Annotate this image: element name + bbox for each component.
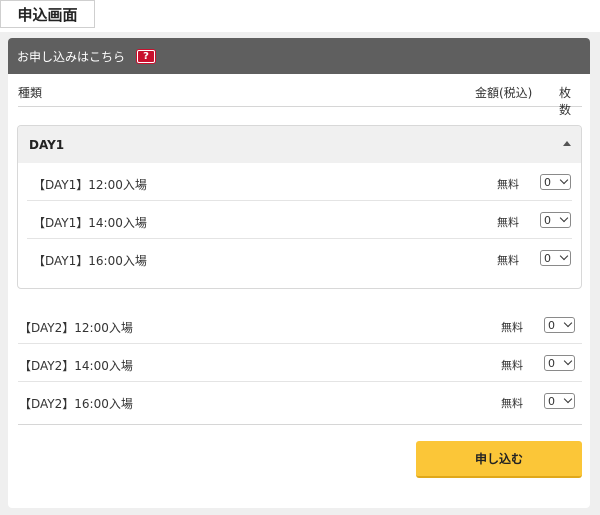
quantity-select[interactable]: 0 <box>544 355 575 371</box>
chevron-down-icon <box>563 318 573 328</box>
panel-title: お申し込みはこちら <box>17 49 126 64</box>
ticket-label: 【DAY1】14:00入場 <box>33 216 147 230</box>
divider <box>18 424 582 425</box>
ticket-row: 【DAY2】16:00入場 無料 0 <box>18 382 582 420</box>
ticket-price: 無料 <box>501 397 523 410</box>
chevron-down-icon <box>563 394 573 404</box>
ticket-price: 無料 <box>497 216 519 229</box>
day2-ticket-list: 【DAY2】12:00入場 無料 0 【DAY2】14:00入場 無料 0 【D… <box>18 306 582 420</box>
ticket-price: 無料 <box>501 359 523 372</box>
ticket-label: 【DAY2】12:00入場 <box>19 321 133 335</box>
panel-header: お申し込みはこちら ? <box>8 38 590 74</box>
page-title-tab: 申込画面 <box>0 0 95 28</box>
quantity-value: 0 <box>544 213 551 227</box>
apply-button[interactable]: 申し込む <box>416 441 582 478</box>
quantity-select[interactable]: 0 <box>540 212 571 228</box>
ticket-row: 【DAY1】16:00入場 無料 0 <box>27 239 572 277</box>
ticket-price: 無料 <box>501 321 523 334</box>
day1-accordion: DAY1 【DAY1】12:00入場 無料 0 【DAY1】14:00入場 無料… <box>17 125 582 289</box>
collapse-caret-icon[interactable] <box>563 141 571 146</box>
chevron-down-icon <box>559 175 569 185</box>
column-header-count: 枚数 <box>559 86 572 117</box>
day1-title: DAY1 <box>29 137 65 152</box>
column-header-price: 金額(税込) <box>475 86 533 100</box>
chevron-down-icon <box>559 213 569 223</box>
ticket-label: 【DAY2】16:00入場 <box>19 397 133 411</box>
ticket-label: 【DAY2】14:00入場 <box>19 359 133 373</box>
form-background: お申し込みはこちら ? 種類 金額(税込) 枚数 DAY1 【DAY1】12:0… <box>0 32 600 515</box>
ticket-label: 【DAY1】16:00入場 <box>33 254 147 268</box>
column-header-type: 種類 <box>18 86 43 100</box>
application-panel: お申し込みはこちら ? 種類 金額(税込) 枚数 DAY1 【DAY1】12:0… <box>8 38 590 508</box>
quantity-select[interactable]: 0 <box>540 250 571 266</box>
chevron-down-icon <box>563 356 573 366</box>
ticket-row: 【DAY1】12:00入場 無料 0 <box>27 163 572 201</box>
ticket-price: 無料 <box>497 178 519 191</box>
quantity-value: 0 <box>544 175 551 189</box>
ticket-row: 【DAY2】14:00入場 無料 0 <box>18 344 582 382</box>
ticket-label: 【DAY1】12:00入場 <box>33 178 147 192</box>
chevron-down-icon <box>559 251 569 261</box>
ticket-row: 【DAY1】14:00入場 無料 0 <box>27 201 572 239</box>
quantity-select[interactable]: 0 <box>544 317 575 333</box>
quantity-value: 0 <box>544 251 551 265</box>
column-headers: 種類 金額(税込) 枚数 <box>18 74 582 117</box>
ticket-row: 【DAY2】12:00入場 無料 0 <box>18 306 582 344</box>
quantity-value: 0 <box>548 394 555 408</box>
quantity-value: 0 <box>548 356 555 370</box>
day1-ticket-list: 【DAY1】12:00入場 無料 0 【DAY1】14:00入場 無料 0 【D… <box>18 163 581 277</box>
quantity-select[interactable]: 0 <box>540 174 571 190</box>
help-icon[interactable]: ? <box>137 49 156 63</box>
ticket-price: 無料 <box>497 254 519 267</box>
quantity-select[interactable]: 0 <box>544 393 575 409</box>
quantity-value: 0 <box>548 318 555 332</box>
day1-accordion-header[interactable]: DAY1 <box>18 126 581 163</box>
